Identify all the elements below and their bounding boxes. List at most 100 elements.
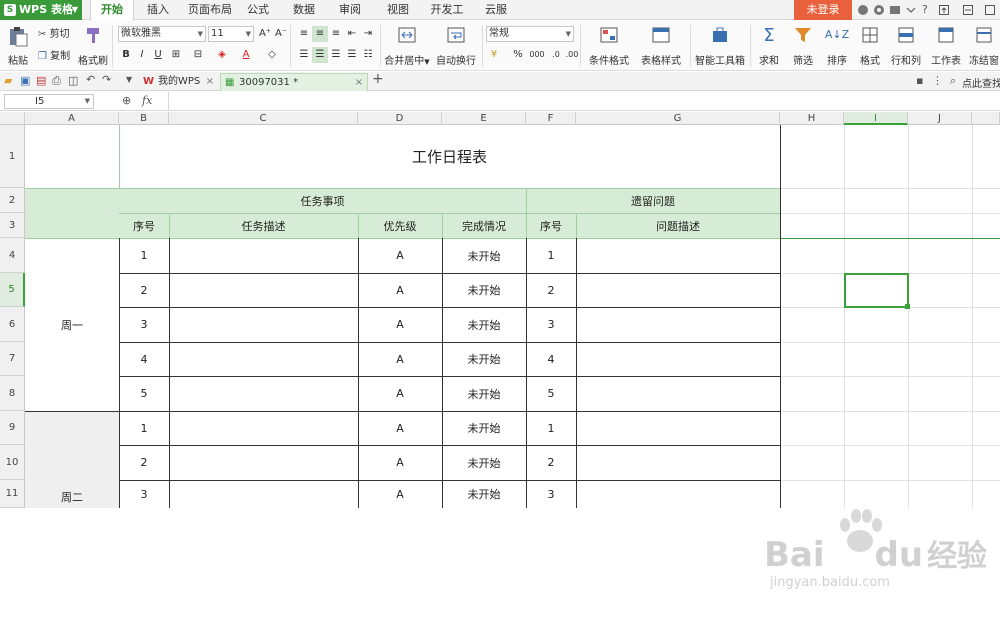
cond-format-button[interactable]: 条件格式: [584, 25, 634, 67]
cell-seq[interactable]: 2: [119, 273, 169, 307]
cell-desc[interactable]: [169, 376, 358, 411]
column-header[interactable]: C: [169, 112, 358, 125]
column-header[interactable]: [972, 112, 1000, 125]
cell-seq[interactable]: 5: [119, 376, 169, 411]
cell-priority[interactable]: A: [358, 376, 442, 411]
increase-font-icon[interactable]: A⁺: [257, 26, 273, 42]
worksheet-button[interactable]: 工作表: [928, 25, 964, 67]
header-issue-desc[interactable]: 问题描述: [576, 213, 780, 238]
cell-priority[interactable]: A: [358, 342, 442, 376]
font-size-select[interactable]: 11 ▼: [208, 26, 254, 42]
column-header[interactable]: A: [25, 112, 119, 125]
row-header[interactable]: 7: [0, 342, 25, 376]
header-status[interactable]: 完成情况: [442, 213, 526, 238]
tab-home[interactable]: 开始: [90, 0, 134, 21]
cell-priority[interactable]: A: [358, 445, 442, 480]
cell-seq[interactable]: 3: [119, 307, 169, 342]
tab-page-layout[interactable]: 页面布局: [186, 0, 234, 20]
cell-status[interactable]: 未开始: [442, 480, 526, 508]
number-format-select[interactable]: 常规 ▼: [486, 26, 574, 42]
row-header[interactable]: 3: [0, 213, 25, 238]
fill-color-icon[interactable]: ◈: [214, 47, 230, 63]
justify-icon[interactable]: ☰: [344, 47, 360, 63]
bold-icon[interactable]: B: [118, 47, 134, 63]
thousands-button[interactable]: 000: [526, 47, 548, 63]
zoom-icon[interactable]: ⊕: [122, 94, 131, 107]
active-cell-cursor[interactable]: [844, 273, 909, 308]
distribute-icon[interactable]: ☷: [360, 47, 376, 63]
minimize-ribbon-icon[interactable]: [905, 4, 917, 16]
print-icon[interactable]: ⎙: [52, 74, 61, 88]
cell-seq[interactable]: 3: [119, 480, 169, 508]
align-bottom-icon[interactable]: ≡: [328, 26, 344, 42]
tab-developer[interactable]: 开发工具: [426, 0, 468, 36]
tab-review[interactable]: 审阅: [336, 0, 364, 20]
align-top-icon[interactable]: ≡: [296, 26, 312, 42]
cell-issue[interactable]: [576, 411, 780, 445]
cell-status[interactable]: 未开始: [442, 273, 526, 307]
doc-tab-active[interactable]: ▦ 30097031 * ×: [220, 73, 368, 91]
cell-issue[interactable]: [576, 376, 780, 411]
border-icon[interactable]: ⊞: [168, 47, 184, 63]
merge-center-button[interactable]: 合并居中▼: [384, 25, 430, 67]
header-desc[interactable]: 任务描述: [169, 213, 358, 238]
week-label-tuesday[interactable]: 周二: [25, 411, 119, 508]
row-header[interactable]: 10: [0, 445, 25, 480]
new-tab-button[interactable]: +: [372, 71, 384, 87]
cell-priority[interactable]: A: [358, 307, 442, 342]
sort-button[interactable]: A↓Z 排序: [822, 25, 852, 67]
cell-seq2[interactable]: 4: [526, 342, 576, 376]
row-header[interactable]: 11: [0, 480, 25, 508]
clear-format-icon[interactable]: ◇: [264, 47, 280, 63]
redo-icon[interactable]: ↷: [102, 73, 111, 86]
cell-status[interactable]: 未开始: [442, 445, 526, 480]
share-icon[interactable]: [889, 4, 901, 16]
align-center-icon[interactable]: ☰: [312, 47, 328, 63]
cell-seq2[interactable]: 3: [526, 480, 576, 508]
cell-issue[interactable]: [576, 273, 780, 307]
cut-button[interactable]: ✂ 剪切: [38, 25, 76, 40]
settings-icon[interactable]: [873, 4, 885, 16]
row-header[interactable]: 1: [0, 125, 25, 188]
column-header[interactable]: D: [358, 112, 442, 125]
group-task-header[interactable]: 任务事项: [119, 188, 526, 213]
fill-handle[interactable]: [905, 304, 910, 309]
freeze-button[interactable]: 冻结窗: [968, 25, 1000, 67]
filter-button[interactable]: 筛选: [788, 25, 818, 67]
open-folder-icon[interactable]: ▰: [4, 74, 12, 87]
export-pdf-icon[interactable]: ▤: [36, 74, 46, 87]
table-style-button[interactable]: 表格样式: [636, 25, 686, 67]
copy-button[interactable]: ❐ 复制: [38, 47, 76, 62]
align-left-icon[interactable]: ☰: [296, 47, 312, 63]
sheet-title[interactable]: 工作日程表: [119, 125, 780, 188]
sum-button[interactable]: Σ 求和: [754, 25, 784, 67]
outdent-icon[interactable]: ⇥: [360, 26, 376, 42]
tab-cloud[interactable]: 云服务: [480, 0, 512, 36]
row-header[interactable]: 4: [0, 238, 25, 273]
cell-priority[interactable]: A: [358, 273, 442, 307]
cell-desc[interactable]: [169, 411, 358, 445]
cell-seq2[interactable]: 1: [526, 238, 576, 273]
cell-status[interactable]: 未开始: [442, 411, 526, 445]
week-label-monday[interactable]: 周一: [25, 238, 119, 411]
cell-desc[interactable]: [169, 273, 358, 307]
save-icon[interactable]: ▣: [20, 74, 30, 87]
row-col-button[interactable]: 行和列: [888, 25, 924, 67]
help-button[interactable]: ?: [922, 3, 928, 16]
cell-desc[interactable]: [169, 342, 358, 376]
row-header[interactable]: 2: [0, 188, 25, 213]
currency-icon[interactable]: ¥: [486, 47, 502, 63]
cell-desc[interactable]: [169, 445, 358, 480]
cell-status[interactable]: 未开始: [442, 307, 526, 342]
underline-icon[interactable]: U: [150, 47, 166, 63]
tab-insert[interactable]: 插入: [142, 0, 174, 20]
header-priority[interactable]: 优先级: [358, 213, 442, 238]
merge-icon[interactable]: ⊟: [190, 47, 206, 63]
row-header[interactable]: 6: [0, 307, 25, 342]
window-minimize-icon[interactable]: [962, 4, 974, 16]
name-box[interactable]: I5 ▼: [4, 94, 94, 109]
function-icon[interactable]: fx: [142, 94, 152, 107]
quick-access-dropdown-icon[interactable]: ▼: [126, 75, 132, 84]
smart-toolbox-button[interactable]: 智能工具箱: [694, 25, 746, 67]
cell-issue[interactable]: [576, 307, 780, 342]
